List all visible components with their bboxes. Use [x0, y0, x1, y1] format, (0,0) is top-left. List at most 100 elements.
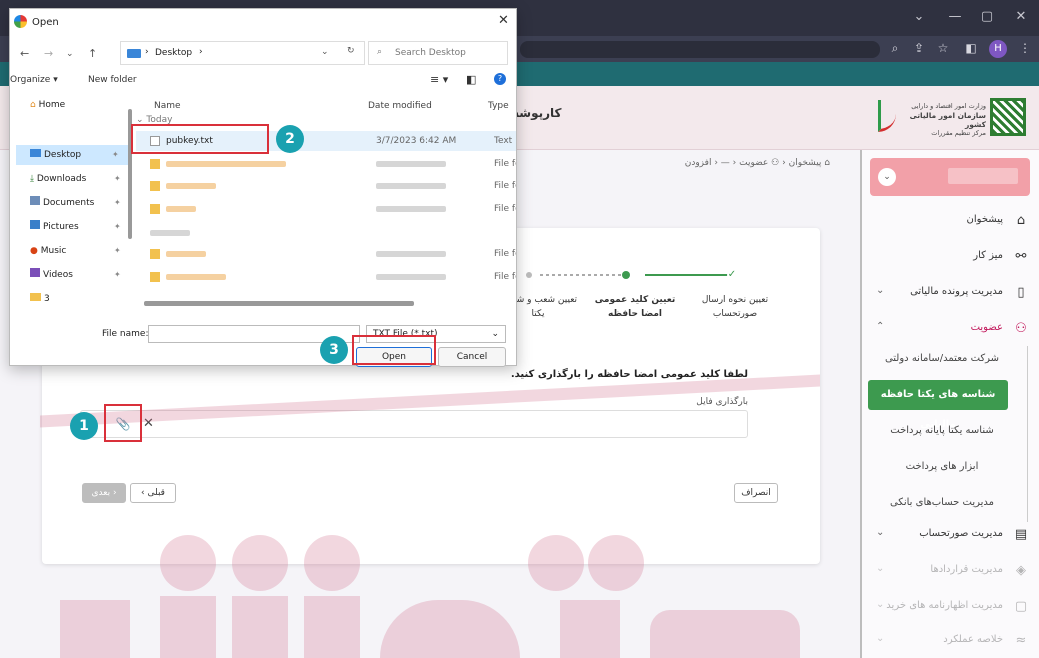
file-type: File folder: [494, 159, 516, 169]
blurred-file-name: [166, 206, 196, 212]
chevron-down-icon: ⌄: [876, 527, 885, 538]
file-date: 3/7/2023 6:42 AM: [376, 136, 457, 146]
pictures-icon: [30, 220, 40, 229]
nav-item-documents[interactable]: Documents ✦: [30, 193, 130, 213]
close-window-button[interactable]: ✕: [1008, 9, 1034, 24]
desktop-icon: [30, 149, 41, 157]
chevron-down-icon: ⌄: [876, 285, 885, 296]
path-segment[interactable]: Desktop: [155, 48, 192, 58]
file-row[interactable]: File folder: [136, 244, 516, 264]
nav-item-downloads[interactable]: ⤓ Downloads ✦: [30, 169, 130, 189]
sidebar-item-purchases[interactable]: ▢ مدیریت اظهارنامه های خرید ⌄: [862, 590, 1039, 624]
folder-icon: [150, 181, 160, 191]
bookmark-star-icon[interactable]: ☆: [934, 41, 952, 55]
sidebar-subitem-active[interactable]: شناسه های یکتا حافظه مالیاتی: [868, 380, 1008, 430]
chevron-down-icon: ⌄: [876, 633, 885, 644]
breadcrumb-item[interactable]: پیشخوان: [789, 158, 822, 168]
step-active-dot: [622, 271, 630, 279]
file-upload-field[interactable]: [80, 410, 748, 438]
breadcrumb-item[interactable]: —: [721, 158, 730, 168]
cancel-button[interactable]: انصراف: [734, 483, 778, 503]
url-field[interactable]: [520, 41, 880, 58]
chevron-left-icon: ‹: [711, 158, 718, 168]
back-arrow-icon[interactable]: ←: [20, 47, 29, 60]
up-arrow-icon[interactable]: ↑: [88, 47, 97, 60]
sidebar-item-invoices[interactable]: ▤ مدیریت صورتحساب ⌄: [862, 518, 1039, 552]
sidebar-subitem[interactable]: شناسه یکتا پایانه پرداخت: [862, 416, 1022, 446]
refresh-icon[interactable]: ↻: [347, 46, 355, 56]
pin-icon: ✦: [114, 198, 121, 207]
nav-item-home[interactable]: ⌂ Home: [30, 95, 130, 115]
file-row[interactable]: File folder: [136, 154, 516, 174]
nav-item-pictures[interactable]: Pictures ✦: [30, 217, 130, 237]
dialog-cancel-button[interactable]: Cancel: [438, 347, 506, 367]
blurred-file-name: [166, 161, 286, 167]
horizontal-scrollbar[interactable]: [144, 301, 414, 306]
breadcrumb-item[interactable]: عضویت: [739, 158, 768, 168]
column-header-name[interactable]: Name: [154, 101, 181, 111]
new-folder-button[interactable]: New folder: [88, 75, 137, 85]
nav-item-desktop[interactable]: Desktop ✦: [16, 145, 128, 165]
nav-item-label: Videos: [43, 270, 73, 280]
file-row[interactable]: File folder: [136, 199, 516, 219]
sidebar-subitem[interactable]: شرکت معتمد/سامانه دولتی: [862, 344, 1022, 374]
path-separator: ›: [145, 47, 149, 57]
close-icon[interactable]: ✕: [498, 13, 509, 28]
sidebar-item-contracts[interactable]: ◈ مدیریت قراردادها ⌄: [862, 554, 1039, 588]
blurred-file-name: [166, 183, 216, 189]
recent-locations-icon[interactable]: ⌄: [66, 49, 74, 59]
help-icon[interactable]: ?: [494, 73, 506, 85]
preview-pane-icon[interactable]: ◧: [466, 73, 476, 86]
maximize-button[interactable]: ▢: [974, 9, 1000, 24]
sidebar-item-workspace[interactable]: ⚯ میز کار: [862, 240, 1039, 274]
nav-item-label: Pictures: [43, 222, 79, 232]
sidebar-item-tax-file[interactable]: ▯ مدیریت پرونده مالیاتی ⌄: [862, 276, 1039, 310]
callout-highlight: [352, 335, 436, 365]
column-header-date[interactable]: Date modified: [368, 101, 432, 111]
file-type: File folder: [494, 181, 516, 191]
chevron-down-icon[interactable]: ⌄: [321, 47, 329, 57]
desktop-icon: [127, 49, 141, 58]
organize-button[interactable]: Organize ▾: [10, 75, 58, 85]
sidebar-item-membership[interactable]: ⚇ عضویت ⌃: [862, 312, 1039, 346]
previous-button[interactable]: قبلی ›: [130, 483, 176, 503]
next-button[interactable]: ‹ بعدی: [82, 483, 126, 503]
browser-menu-icon[interactable]: ⋮: [1016, 41, 1034, 55]
home-icon: ⌂: [1016, 213, 1026, 228]
group-header-earlier[interactable]: [136, 223, 516, 243]
close-icon[interactable]: ✕: [143, 416, 154, 431]
search-input[interactable]: ⌕ Search Desktop: [368, 41, 508, 65]
user-card[interactable]: ⌄: [870, 158, 1030, 196]
path-bar[interactable]: › Desktop › ⌄ ↻: [120, 41, 365, 65]
view-options-icon[interactable]: ≡ ▾: [430, 73, 448, 86]
callout-highlight: [104, 404, 142, 442]
sidebar-item-summary[interactable]: ≈ خلاصه عملکرد ⌄: [862, 624, 1039, 658]
sidebar-subitem[interactable]: ابزار های پرداخت: [862, 452, 1022, 482]
user-name: [948, 168, 1018, 184]
watermark-shape: [232, 596, 288, 658]
callout-badge: 1: [70, 412, 98, 440]
nav-item-music[interactable]: ● Music ✦: [30, 241, 130, 261]
sidebar-item-dashboard[interactable]: ⌂ پیشخوان: [862, 204, 1039, 238]
side-panel-icon[interactable]: ◧: [962, 41, 980, 55]
profile-avatar[interactable]: H: [989, 40, 1007, 58]
file-row[interactable]: File folder: [136, 176, 516, 196]
chevron-down-icon[interactable]: ⌄: [878, 168, 896, 186]
forward-arrow-icon[interactable]: →: [44, 47, 53, 60]
share-icon[interactable]: ⇪: [910, 41, 928, 55]
nav-item-videos[interactable]: Videos ✦: [30, 265, 130, 285]
blurred-file-name: [166, 274, 226, 280]
contract-icon: ◈: [1016, 563, 1026, 578]
column-header-type[interactable]: Type: [488, 101, 509, 111]
blurred-group-label: [150, 230, 190, 236]
tab-search-icon[interactable]: ⌄: [906, 9, 932, 24]
zoom-icon[interactable]: ⌕: [886, 41, 904, 56]
navigation-pane: ⌂ Home Desktop ✦ ⤓ Downloads ✦ Documents ✦ …: [10, 93, 132, 305]
nav-item-label: 3: [44, 294, 50, 304]
folder-icon: [150, 272, 160, 282]
sidebar-subitem[interactable]: مدیریت حساب‌های بانکی: [862, 488, 1022, 518]
pin-icon: ✦: [114, 270, 121, 279]
file-row[interactable]: File folder: [136, 267, 516, 287]
minimize-button[interactable]: —: [942, 9, 968, 24]
nav-item-folder[interactable]: 3: [30, 289, 130, 309]
